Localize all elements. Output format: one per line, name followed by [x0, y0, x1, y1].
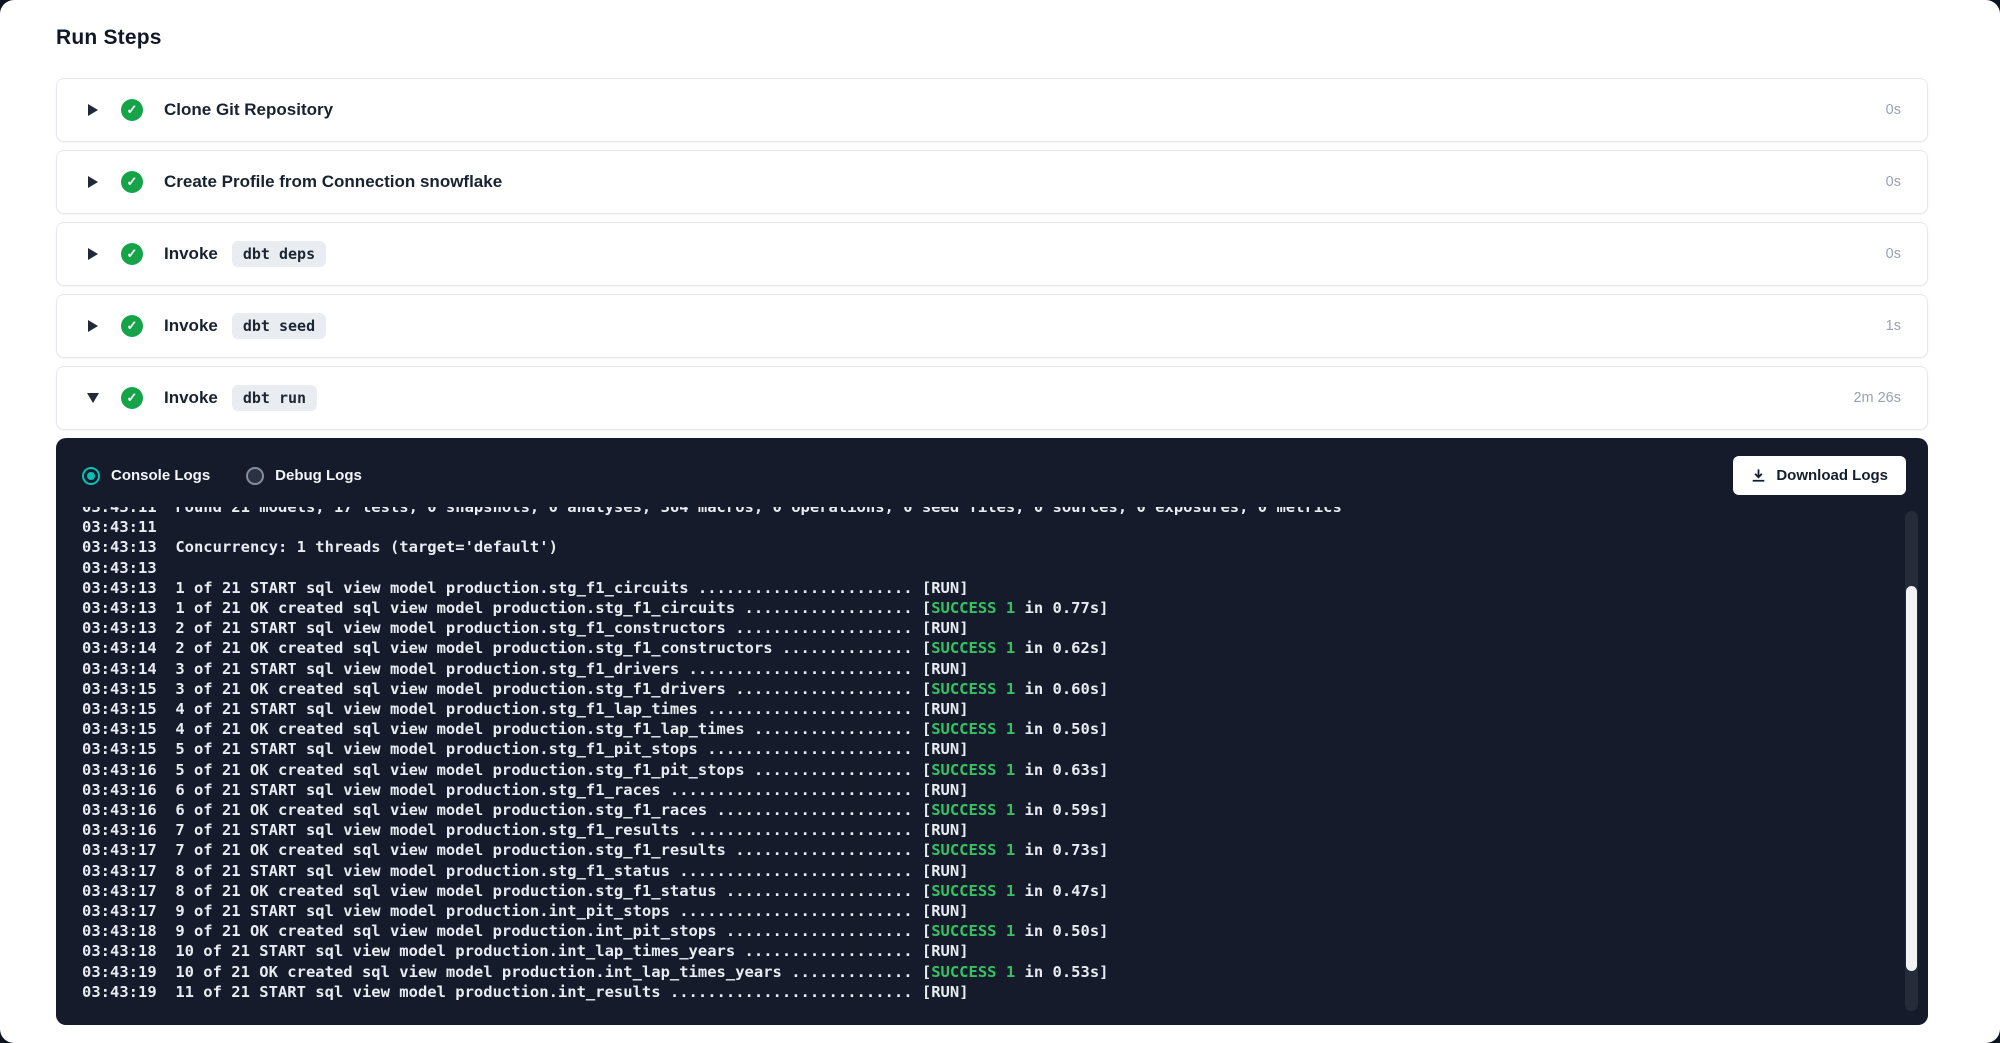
command-badge: dbt run [232, 385, 317, 411]
chevron-right-icon[interactable] [85, 104, 101, 116]
success-check-icon: ✓ [121, 243, 143, 265]
download-icon [1751, 468, 1766, 483]
step-duration: 0s [1886, 102, 1901, 118]
page-title: Run Steps [56, 26, 1928, 50]
radio-selected-icon[interactable] [82, 467, 100, 485]
scrollbar-thumb[interactable] [1906, 586, 1917, 971]
log-panel-header: Console Logs Debug Logs Download Logs [56, 438, 1928, 507]
success-check-icon: ✓ [121, 99, 143, 121]
log-line: 03:43:167 of 21 START sql view model pro… [82, 820, 1874, 840]
debug-logs-radio[interactable]: Debug Logs [246, 467, 362, 485]
log-line: 03:43:1810 of 21 START sql view model pr… [82, 941, 1874, 961]
console-log-output[interactable]: 03:43:11Found 21 models, 17 tests, 0 sna… [56, 507, 1928, 1025]
log-line: 03:43:189 of 21 OK created sql view mode… [82, 921, 1874, 941]
download-logs-button[interactable]: Download Logs [1733, 456, 1906, 495]
step-label: Invoke [164, 244, 218, 264]
command-badge: dbt seed [232, 313, 326, 339]
chevron-right-icon[interactable] [85, 320, 101, 332]
step-label: Invoke [164, 388, 218, 408]
log-lines: 03:43:11Found 21 models, 17 tests, 0 sna… [82, 507, 1874, 1002]
log-line: 03:43:155 of 21 START sql view model pro… [82, 739, 1874, 759]
log-panel: Console Logs Debug Logs Download Logs [56, 438, 1928, 1025]
chevron-right-icon[interactable] [85, 248, 101, 260]
radio-unselected-icon[interactable] [246, 467, 264, 485]
log-line: 03:43:142 of 21 OK created sql view mode… [82, 638, 1874, 658]
log-line: 03:43:131 of 21 OK created sql view mode… [82, 598, 1874, 618]
log-line: 03:43:179 of 21 START sql view model pro… [82, 901, 1874, 921]
log-line: 03:43:178 of 21 START sql view model pro… [82, 861, 1874, 881]
step-row-create-profile[interactable]: ✓ Create Profile from Connection snowfla… [56, 150, 1928, 214]
log-line: 03:43:11Found 21 models, 17 tests, 0 sna… [82, 507, 1874, 517]
command-badge: dbt deps [232, 241, 326, 267]
log-line: 03:43:154 of 21 START sql view model pro… [82, 699, 1874, 719]
step-duration: 2m 26s [1853, 390, 1901, 406]
download-button-label: Download Logs [1776, 467, 1888, 484]
step-label: Create Profile from Connection snowflake [164, 172, 502, 192]
chevron-right-icon[interactable] [85, 176, 101, 188]
step-label: Invoke [164, 316, 218, 336]
log-line: 03:43:165 of 21 OK created sql view mode… [82, 760, 1874, 780]
step-row-invoke-dbt-seed[interactable]: ✓ Invoke dbt seed 1s [56, 294, 1928, 358]
radio-label[interactable]: Debug Logs [275, 467, 362, 484]
success-check-icon: ✓ [121, 315, 143, 337]
log-line: 03:43:166 of 21 START sql view model pro… [82, 780, 1874, 800]
log-line: 03:43:177 of 21 OK created sql view mode… [82, 840, 1874, 860]
step-row-invoke-dbt-run[interactable]: ✓ Invoke dbt run 2m 26s [56, 366, 1928, 430]
log-line: 03:43:13Concurrency: 1 threads (target='… [82, 537, 1874, 557]
app-surface: Run Steps ✓ Clone Git Repository 0s ✓ Cr… [0, 0, 2000, 1043]
chevron-down-icon[interactable] [85, 393, 101, 403]
log-line: 03:43:11 [82, 517, 1874, 537]
step-duration: 0s [1886, 246, 1901, 262]
success-check-icon: ✓ [121, 171, 143, 193]
step-duration: 1s [1886, 318, 1901, 334]
log-line: 03:43:153 of 21 OK created sql view mode… [82, 679, 1874, 699]
step-row-invoke-dbt-deps[interactable]: ✓ Invoke dbt deps 0s [56, 222, 1928, 286]
radio-label[interactable]: Console Logs [111, 467, 210, 484]
log-line: 03:43:166 of 21 OK created sql view mode… [82, 800, 1874, 820]
log-scrollbar[interactable] [1905, 511, 1918, 1011]
step-label: Clone Git Repository [164, 100, 333, 120]
log-line: 03:43:178 of 21 OK created sql view mode… [82, 881, 1874, 901]
console-logs-radio[interactable]: Console Logs [82, 467, 210, 485]
log-line: 03:43:1910 of 21 OK created sql view mod… [82, 962, 1874, 982]
success-check-icon: ✓ [121, 387, 143, 409]
log-line: 03:43:132 of 21 START sql view model pro… [82, 618, 1874, 638]
run-steps-section: Run Steps ✓ Clone Git Repository 0s ✓ Cr… [0, 0, 2000, 1043]
log-line: 03:43:13 [82, 558, 1874, 578]
log-line: 03:43:143 of 21 START sql view model pro… [82, 659, 1874, 679]
log-line: 03:43:1911 of 21 START sql view model pr… [82, 982, 1874, 1002]
log-line: 03:43:131 of 21 START sql view model pro… [82, 578, 1874, 598]
step-row-clone-git-repository[interactable]: ✓ Clone Git Repository 0s [56, 78, 1928, 142]
step-duration: 0s [1886, 174, 1901, 190]
log-line: 03:43:154 of 21 OK created sql view mode… [82, 719, 1874, 739]
